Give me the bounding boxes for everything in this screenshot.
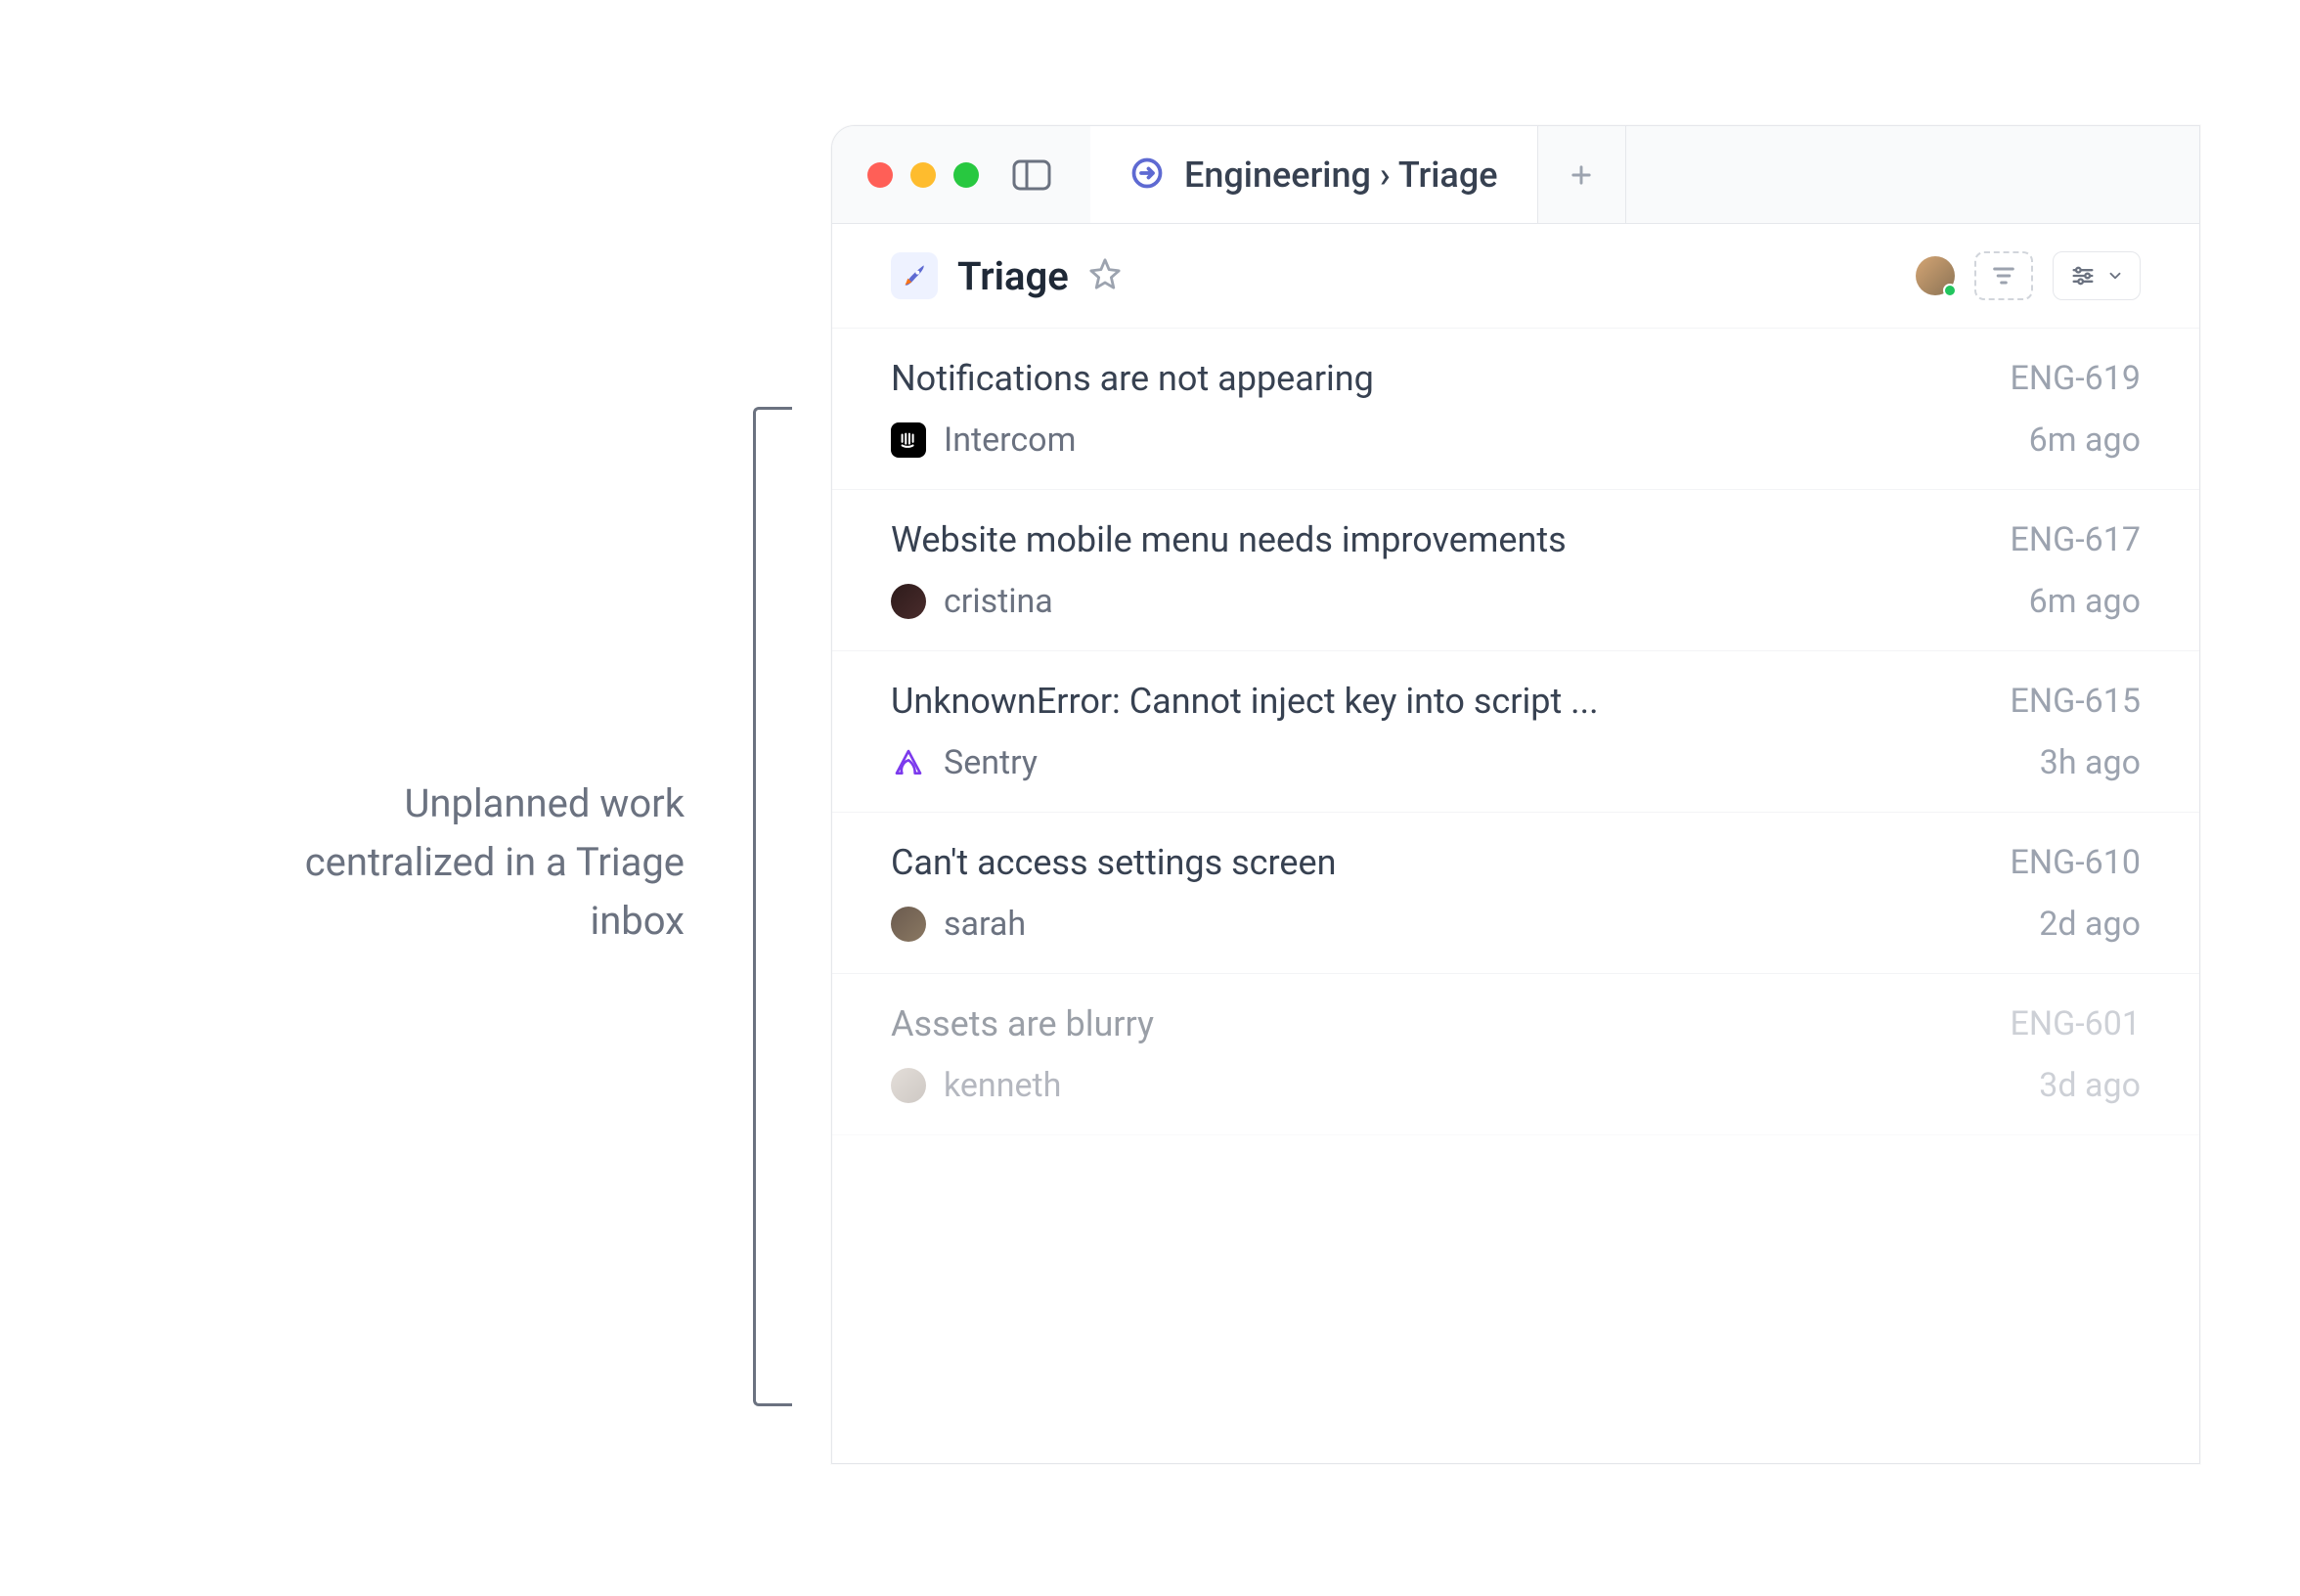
issue-time: 2d ago — [2039, 905, 2141, 944]
sidebar-toggle-button[interactable] — [1012, 159, 1051, 191]
breadcrumb: Engineering › Triage — [1184, 155, 1498, 196]
issue-source: Intercom — [891, 421, 1076, 460]
source-label: sarah — [944, 905, 1026, 944]
titlebar: Engineering › Triage — [832, 126, 2199, 224]
issue-title: Notifications are not appearing — [891, 358, 1374, 399]
issue-id: ENG-615 — [2011, 682, 2141, 721]
page-title: Triage — [957, 253, 1069, 299]
tab-engineering-triage[interactable]: Engineering › Triage — [1090, 126, 1538, 223]
chevron-down-icon — [2106, 267, 2124, 285]
new-tab-button[interactable] — [1538, 126, 1626, 223]
issue-id: ENG-617 — [2011, 520, 2141, 559]
caption-text: Unplanned work centralized in a Triage i… — [215, 775, 685, 951]
source-label: Sentry — [944, 743, 1038, 782]
issue-source: sarah — [891, 905, 1026, 944]
user-avatar-icon — [891, 584, 926, 619]
close-window-button[interactable] — [867, 162, 893, 188]
issue-id: ENG-601 — [2011, 1004, 2141, 1043]
user-avatar-icon — [891, 1068, 926, 1103]
issue-row[interactable]: UnknownError: Cannot inject key into scr… — [832, 651, 2199, 813]
source-label: cristina — [944, 582, 1053, 621]
source-label: kenneth — [944, 1066, 1061, 1105]
star-icon — [1088, 257, 1122, 290]
sentry-icon — [891, 745, 926, 780]
issue-time: 6m ago — [2029, 582, 2141, 621]
issue-list: Notifications are not appearing ENG-619 … — [832, 329, 2199, 1463]
issue-source: cristina — [891, 582, 1053, 621]
app-window: Engineering › Triage Triage — [831, 125, 2200, 1464]
issue-row[interactable]: Website mobile menu needs improvements E… — [832, 490, 2199, 651]
rocket-icon — [891, 252, 938, 299]
page-header: Triage — [832, 224, 2199, 329]
sidebar-icon — [1012, 159, 1051, 191]
user-avatar-icon — [891, 907, 926, 942]
fade-overlay — [832, 1267, 2199, 1463]
issue-title: Website mobile menu needs improvements — [891, 519, 1567, 560]
issue-row[interactable]: Notifications are not appearing ENG-619 … — [832, 329, 2199, 490]
filter-button[interactable] — [1974, 251, 2033, 300]
user-avatar[interactable] — [1916, 256, 1955, 295]
issue-title: Can't access settings screen — [891, 842, 1336, 883]
maximize-window-button[interactable] — [953, 162, 979, 188]
cycle-icon — [1129, 155, 1165, 195]
intercom-icon — [891, 422, 926, 458]
plus-icon — [1568, 161, 1595, 189]
issue-title: UnknownError: Cannot inject key into scr… — [891, 681, 1599, 722]
issue-source: Sentry — [891, 743, 1038, 782]
minimize-window-button[interactable] — [910, 162, 936, 188]
favorite-button[interactable] — [1088, 257, 1122, 294]
issue-title: Assets are blurry — [891, 1003, 1154, 1044]
issue-id: ENG-619 — [2011, 359, 2141, 398]
issue-row[interactable]: Can't access settings screen ENG-610 sar… — [832, 813, 2199, 974]
issue-time: 3d ago — [2039, 1066, 2141, 1105]
issue-id: ENG-610 — [2011, 843, 2141, 882]
source-label: Intercom — [944, 421, 1076, 460]
filter-icon — [1990, 262, 2017, 289]
issue-source: kenneth — [891, 1066, 1061, 1105]
bracket-annotation — [753, 407, 792, 1406]
issue-time: 3h ago — [2040, 743, 2141, 782]
sliders-icon — [2069, 262, 2097, 289]
issue-row[interactable]: Assets are blurry ENG-601 kenneth 3d ago — [832, 974, 2199, 1135]
traffic-lights — [832, 162, 979, 188]
presence-indicator — [1943, 284, 1957, 297]
issue-time: 6m ago — [2029, 421, 2141, 460]
view-settings-button[interactable] — [2053, 251, 2141, 300]
